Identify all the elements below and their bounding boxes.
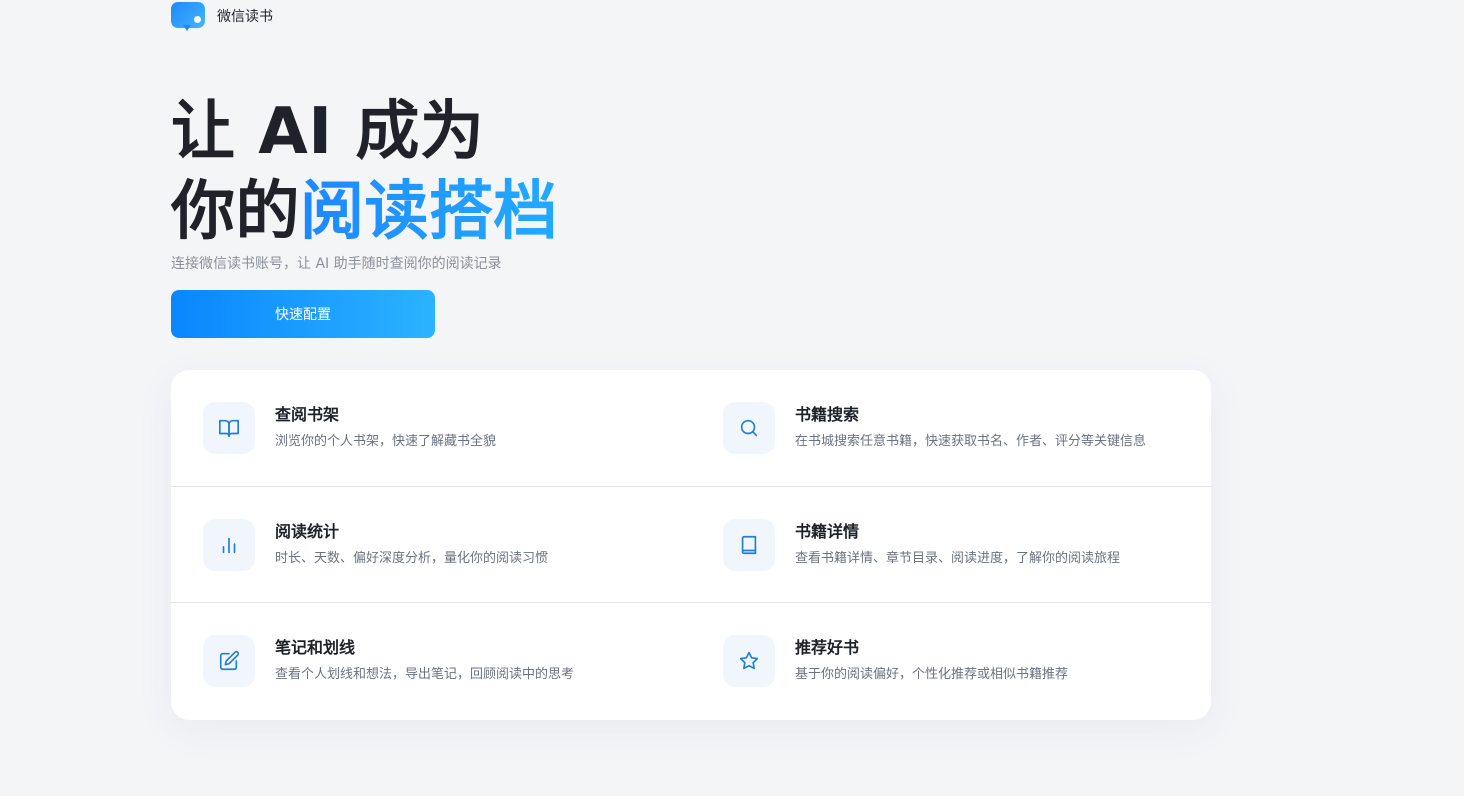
book-open-icon <box>203 402 255 454</box>
feature-title: 查阅书架 <box>275 405 340 424</box>
features-row: 阅读统计 时长、天数、偏好深度分析，量化你的阅读习惯 书籍详情 查看书籍详情、章… <box>171 487 1211 604</box>
feature-text: 书籍搜索 在书城搜索任意书籍，快速获取书名、作者、评分等关键信息 <box>795 402 1146 451</box>
hero-title-accent: 阅读搭档 <box>300 175 558 249</box>
feature-desc: 查看书籍详情、章节目录、阅读进度，了解你的阅读旅程 <box>795 550 1121 566</box>
chat-bubble-icon <box>171 2 205 31</box>
hero-title: 让 AI 成为 你的阅读搭档 <box>171 92 558 252</box>
feature-desc: 浏览你的个人书架，快速了解藏书全貌 <box>275 434 497 449</box>
feature-title: 阅读统计 <box>275 521 340 541</box>
book-icon <box>723 518 775 571</box>
edit-icon <box>203 635 255 688</box>
brand[interactable]: 微信读书 <box>171 2 273 31</box>
search-icon <box>723 402 775 454</box>
feature-desc: 时长、天数、偏好深度分析，量化你的阅读习惯 <box>275 550 549 566</box>
feature-text: 查阅书架 浏览你的个人书架，快速了解藏书全貌 <box>275 402 496 451</box>
features-row: 查阅书架 浏览你的个人书架，快速了解藏书全貌 书籍搜索 在书城搜索任意书籍，快速… <box>171 370 1211 487</box>
feature-desc: 基于你的阅读偏好，个性化推荐或相似书籍推荐 <box>795 667 1069 683</box>
feature-text: 书籍详情 查看书籍详情、章节目录、阅读进度，了解你的阅读旅程 <box>795 519 1120 568</box>
feature-text: 推荐好书 基于你的阅读偏好，个性化推荐或相似书籍推荐 <box>795 635 1068 684</box>
feature-title: 笔记和划线 <box>275 638 356 658</box>
feature-desc: 查看个人划线和想法，导出笔记，回顾阅读中的思考 <box>275 667 575 683</box>
star-icon <box>723 635 775 688</box>
hero-subtitle: 连接微信读书账号，让 AI 助手随时查阅你的阅读记录 <box>171 256 502 272</box>
page: 微信读书 让 AI 成为 你的阅读搭档 连接微信读书账号，让 AI 助手随时查阅… <box>0 0 1464 796</box>
hero-title-line1: 让 AI 成为 <box>171 95 485 169</box>
hero-title-line2: 你的阅读搭档 <box>171 172 558 252</box>
bar-chart-icon <box>203 518 255 571</box>
feature-title: 推荐好书 <box>795 638 860 658</box>
feature-reading-stats[interactable]: 阅读统计 时长、天数、偏好深度分析，量化你的阅读习惯 <box>171 487 691 603</box>
quick-setup-button[interactable]: 快速配置 <box>171 290 435 338</box>
feature-title: 书籍搜索 <box>795 405 860 424</box>
features-row: 笔记和划线 查看个人划线和想法，导出笔记，回顾阅读中的思考 推荐好书 基于你的阅… <box>171 603 1211 720</box>
feature-book-search[interactable]: 书籍搜索 在书城搜索任意书籍，快速获取书名、作者、评分等关键信息 <box>691 370 1211 486</box>
feature-desc: 在书城搜索任意书籍，快速获取书名、作者、评分等关键信息 <box>795 434 1147 449</box>
hero-title-plain: 你的 <box>171 175 300 249</box>
feature-bookshelf[interactable]: 查阅书架 浏览你的个人书架，快速了解藏书全貌 <box>171 370 691 486</box>
feature-recommend[interactable]: 推荐好书 基于你的阅读偏好，个性化推荐或相似书籍推荐 <box>691 603 1211 720</box>
feature-book-details[interactable]: 书籍详情 查看书籍详情、章节目录、阅读进度，了解你的阅读旅程 <box>691 487 1211 603</box>
feature-notes[interactable]: 笔记和划线 查看个人划线和想法，导出笔记，回顾阅读中的思考 <box>171 603 691 720</box>
feature-text: 阅读统计 时长、天数、偏好深度分析，量化你的阅读习惯 <box>275 519 548 568</box>
feature-title: 书籍详情 <box>795 521 860 541</box>
brand-name: 微信读书 <box>217 9 273 25</box>
features-card: 查阅书架 浏览你的个人书架，快速了解藏书全貌 书籍搜索 在书城搜索任意书籍，快速… <box>171 370 1211 720</box>
feature-text: 笔记和划线 查看个人划线和想法，导出笔记，回顾阅读中的思考 <box>275 635 574 684</box>
